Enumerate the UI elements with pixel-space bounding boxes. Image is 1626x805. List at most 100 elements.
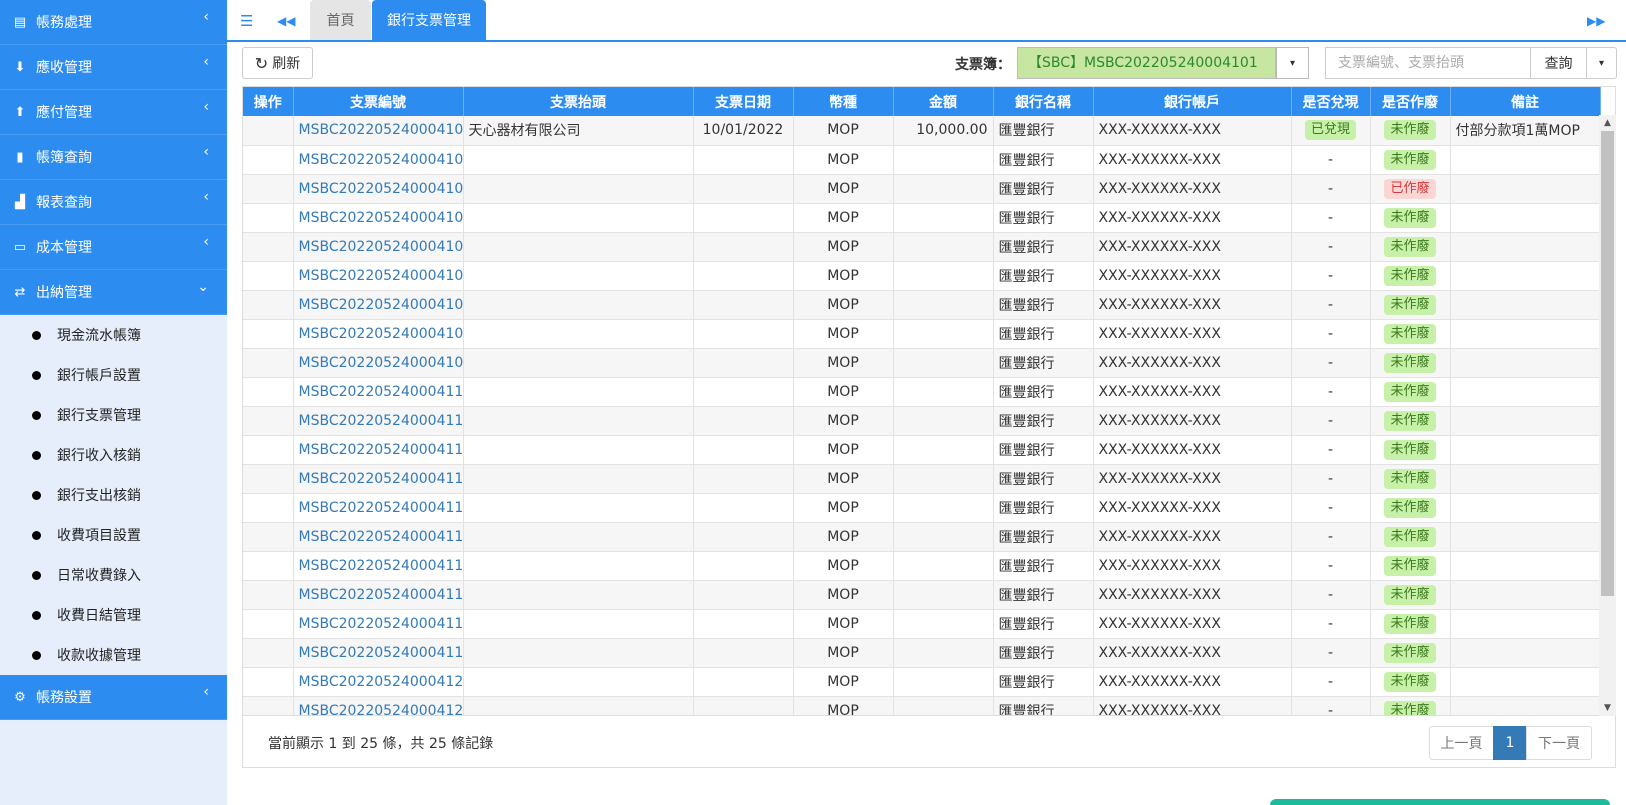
cheque-number-link[interactable]: MSBC202205240004112	[299, 442, 463, 458]
row-actions[interactable]	[243, 348, 294, 378]
row-actions[interactable]	[243, 319, 294, 349]
cheque-number-link[interactable]: MSBC202205240004105	[299, 239, 463, 255]
vertical-scrollbar[interactable]: ▲ ▼	[1599, 115, 1616, 716]
cheque-number-link[interactable]: MSBC202205240004107	[299, 297, 463, 313]
row-actions[interactable]	[243, 116, 294, 146]
scroll-down-icon[interactable]: ▼	[1599, 700, 1616, 716]
row-actions[interactable]	[243, 667, 294, 697]
row-actions[interactable]	[243, 145, 294, 175]
cheque-number-link[interactable]: MSBC202205240004119	[299, 645, 463, 661]
table-row[interactable]: MSBC202205240004116 MOP 匯豐銀行 XXX-XXXXXX-XXX…	[243, 551, 1601, 581]
scroll-tabs-left-icon[interactable]: ◀◀	[277, 14, 295, 28]
tab-bank-cheque[interactable]: 銀行支票管理	[372, 0, 486, 40]
sidebar-item-3[interactable]: ▮ 帳簿查詢 ‹	[0, 135, 227, 180]
submenu-item[interactable]: 銀行帳戶設置	[0, 355, 227, 395]
next-page-button[interactable]: 下一頁	[1526, 726, 1592, 760]
search-input[interactable]	[1325, 47, 1531, 79]
query-options-button[interactable]: ▾	[1586, 47, 1617, 79]
cheque-number-link[interactable]: MSBC202205240004114	[299, 500, 463, 516]
query-button[interactable]: 查詢	[1530, 47, 1587, 79]
submenu-item[interactable]: 收費日結管理	[0, 595, 227, 635]
sidebar-item-6[interactable]: ⇄ 出納管理 ⌄	[0, 270, 227, 315]
column-header[interactable]: 銀行名稱	[993, 87, 1094, 116]
column-header[interactable]: 支票編號	[293, 87, 464, 116]
column-header[interactable]: 金額	[893, 87, 994, 116]
cheque-number-link[interactable]: MSBC202205240004108	[299, 326, 463, 342]
column-header[interactable]: 是否作廢	[1370, 87, 1451, 116]
table-row[interactable]: MSBC202205240004111 MOP 匯豐銀行 XXX-XXXXXX-XXX…	[243, 406, 1601, 436]
sidebar-item-settings[interactable]: ⚙ 帳務設置 ‹	[0, 675, 227, 720]
column-header[interactable]: 操作	[243, 87, 294, 116]
row-actions[interactable]	[243, 464, 294, 494]
cheque-number-link[interactable]: MSBC202205240004115	[299, 529, 463, 545]
column-header[interactable]: 支票抬頭	[463, 87, 694, 116]
row-actions[interactable]	[243, 435, 294, 465]
column-header[interactable]: 支票日期	[693, 87, 794, 116]
row-actions[interactable]	[243, 174, 294, 204]
column-header[interactable]: 銀行帳戶	[1093, 87, 1292, 116]
submenu-item[interactable]: 收款收據管理	[0, 635, 227, 675]
table-row[interactable]: MSBC202205240004110 MOP 匯豐銀行 XXX-XXXXXX-XXX…	[243, 377, 1601, 407]
table-row[interactable]: MSBC202205240004115 MOP 匯豐銀行 XXX-XXXXXX-XXX…	[243, 522, 1601, 552]
table-row[interactable]: MSBC202205240004113 MOP 匯豐銀行 XXX-XXXXXX-XXX…	[243, 464, 1601, 494]
table-row[interactable]: MSBC202205240004114 MOP 匯豐銀行 XXX-XXXXXX-XXX…	[243, 493, 1601, 523]
submenu-item[interactable]: 日常收費錄入	[0, 555, 227, 595]
table-row[interactable]: MSBC202205240004105 MOP 匯豐銀行 XXX-XXXXXX-XXX…	[243, 232, 1601, 262]
row-actions[interactable]	[243, 609, 294, 639]
table-row[interactable]: MSBC202205240004101 天心器材有限公司 10/01/2022 MOP…	[243, 116, 1601, 146]
submenu-item[interactable]: 收費項目設置	[0, 515, 227, 555]
column-header[interactable]: 是否兌現	[1291, 87, 1371, 116]
cheque-number-link[interactable]: MSBC202205240004118	[299, 616, 463, 632]
scroll-tabs-right-icon[interactable]: ▶▶	[1587, 14, 1605, 28]
scrollbar-thumb[interactable]	[1601, 131, 1614, 596]
column-header[interactable]: 幣種	[793, 87, 894, 116]
tab-home[interactable]: 首頁	[310, 0, 371, 40]
cheque-number-link[interactable]: MSBC202205240004106	[299, 268, 463, 284]
sidebar-item-5[interactable]: ▭ 成本管理 ‹	[0, 225, 227, 270]
table-row[interactable]: MSBC202205240004103 MOP 匯豐銀行 XXX-XXXXXX-XXX…	[243, 174, 1601, 204]
sidebar-item-4[interactable]: ▟ 報表查詢 ‹	[0, 180, 227, 225]
row-actions[interactable]	[243, 261, 294, 291]
row-actions[interactable]	[243, 580, 294, 610]
row-actions[interactable]	[243, 493, 294, 523]
cheque-number-link[interactable]: MSBC202205240004117	[299, 587, 463, 603]
row-actions[interactable]	[243, 290, 294, 320]
table-row[interactable]: MSBC202205240004109 MOP 匯豐銀行 XXX-XXXXXX-XXX…	[243, 348, 1601, 378]
table-row[interactable]: MSBC202205240004117 MOP 匯豐銀行 XXX-XXXXXX-XXX…	[243, 580, 1601, 610]
cheque-number-link[interactable]: MSBC202205240004120	[299, 674, 463, 690]
cheque-number-link[interactable]: MSBC202205240004113	[299, 471, 463, 487]
row-actions[interactable]	[243, 522, 294, 552]
cheque-number-link[interactable]: MSBC202205240004102	[299, 152, 463, 168]
submenu-item[interactable]: 銀行收入核銷	[0, 435, 227, 475]
table-row[interactable]: MSBC202205240004118 MOP 匯豐銀行 XXX-XXXXXX-XXX…	[243, 609, 1601, 639]
submenu-item[interactable]: 現金流水帳簿	[0, 315, 227, 355]
cheque-number-link[interactable]: MSBC202205240004111	[299, 413, 463, 429]
refresh-button[interactable]: ↻ 刷新	[242, 47, 313, 79]
table-row[interactable]: MSBC202205240004112 MOP 匯豐銀行 XXX-XXXXXX-XXX…	[243, 435, 1601, 465]
row-actions[interactable]	[243, 551, 294, 581]
table-row[interactable]: MSBC202205240004121 MOP 匯豐銀行 XXX-XXXXXX-XXX…	[243, 696, 1601, 716]
menu-toggle-icon[interactable]: ☰	[240, 12, 253, 30]
table-row[interactable]: MSBC202205240004119 MOP 匯豐銀行 XXX-XXXXXX-XXX…	[243, 638, 1601, 668]
chevron-down-icon[interactable]: ▾	[1276, 47, 1309, 79]
sidebar-item-2[interactable]: ⬆ 應付管理 ‹	[0, 90, 227, 135]
submenu-item[interactable]: 銀行支出核銷	[0, 475, 227, 515]
table-row[interactable]: MSBC202205240004102 MOP 匯豐銀行 XXX-XXXXXX-XXX…	[243, 145, 1601, 175]
cheque-book-select[interactable]: 【SBC】MSBC202205240004101	[1017, 47, 1276, 79]
prev-page-button[interactable]: 上一頁	[1429, 726, 1494, 760]
cheque-number-link[interactable]: MSBC202205240004103	[299, 181, 463, 197]
column-header[interactable]: 備註	[1450, 87, 1601, 116]
cheque-number-link[interactable]: MSBC202205240004109	[299, 355, 463, 371]
sidebar-item-1[interactable]: ⬇ 應收管理 ‹	[0, 45, 227, 90]
table-row[interactable]: MSBC202205240004108 MOP 匯豐銀行 XXX-XXXXXX-XXX…	[243, 319, 1601, 349]
page-1-button[interactable]: 1	[1493, 726, 1527, 760]
sidebar-item-0[interactable]: ▤ 帳務處理 ‹	[0, 0, 227, 45]
cheque-number-link[interactable]: MSBC202205240004110	[299, 384, 463, 400]
row-actions[interactable]	[243, 203, 294, 233]
row-actions[interactable]	[243, 377, 294, 407]
row-actions[interactable]	[243, 638, 294, 668]
scroll-up-icon[interactable]: ▲	[1599, 115, 1616, 131]
cheque-number-link[interactable]: MSBC202205240004121	[299, 703, 463, 716]
table-row[interactable]: MSBC202205240004107 MOP 匯豐銀行 XXX-XXXXXX-XXX…	[243, 290, 1601, 320]
submenu-item[interactable]: 銀行支票管理	[0, 395, 227, 435]
